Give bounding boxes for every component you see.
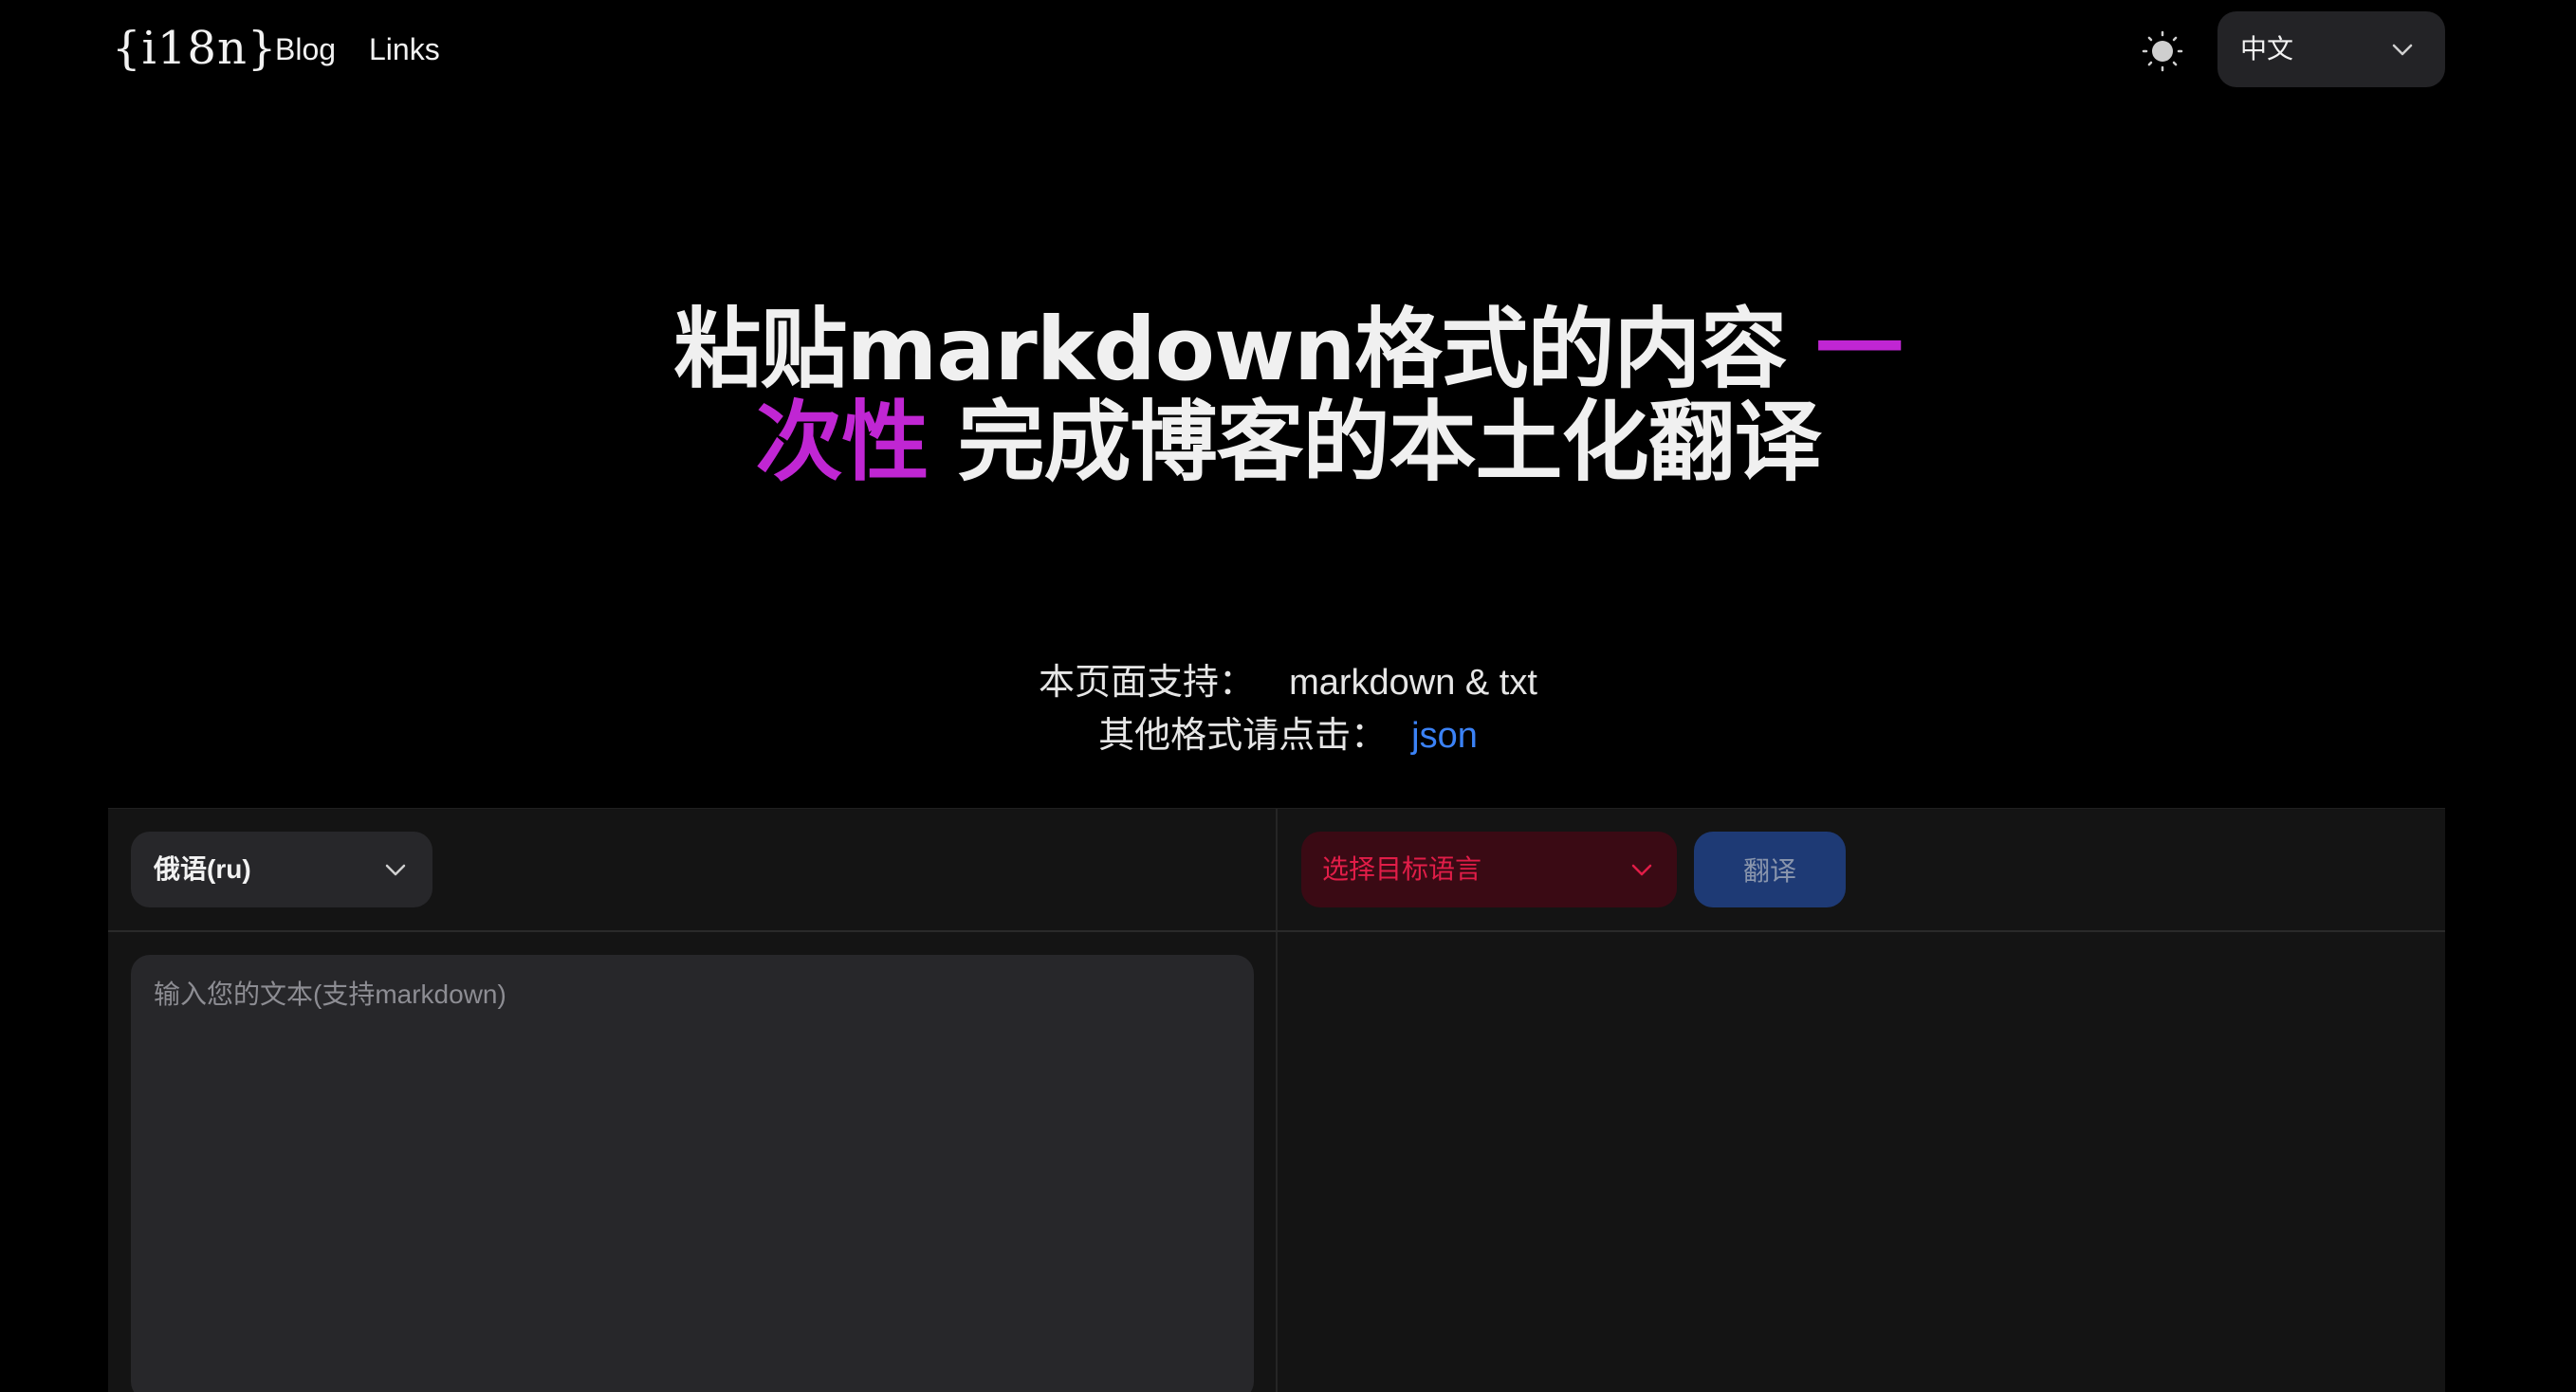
site-header: {i18n} Blog Links 中文 [0, 0, 2576, 99]
hero-title-part2: 完成博客的本土化翻译 [928, 392, 1822, 493]
site-logo[interactable]: {i18n} [112, 17, 276, 80]
source-text-input[interactable] [131, 955, 1254, 1392]
translator-panel: 俄语(ru) 选择目标语言 翻译 [108, 808, 2445, 1392]
supported-formats-line: 本页面支持： markdown & txt [0, 656, 2576, 709]
translate-button[interactable]: 翻译 [1694, 832, 1846, 907]
sun-icon [2142, 30, 2183, 72]
chevron-down-icon [1631, 864, 1652, 876]
panel-divider-vertical [1276, 809, 1278, 1392]
target-language-placeholder: 选择目标语言 [1322, 854, 1482, 884]
source-language-value: 俄语(ru) [154, 854, 251, 884]
panel-divider-horizontal [108, 930, 2445, 932]
supported-formats-label: 本页面支持： [1039, 663, 1256, 703]
hero-title: 粘贴markdown格式的内容 一次性 完成博客的本土化翻译 [664, 303, 1912, 489]
target-language-select[interactable]: 选择目标语言 [1301, 832, 1677, 907]
chevron-down-icon [385, 864, 406, 876]
chevron-down-icon [2392, 44, 2413, 56]
nav-link-links[interactable]: Links [369, 28, 440, 70]
supported-formats-value: markdown & txt [1289, 663, 1537, 703]
other-formats-label: 其他格式请点击： [1098, 716, 1388, 756]
ui-language-select[interactable]: 中文 [2217, 11, 2445, 87]
ui-language-value: 中文 [2240, 34, 2294, 64]
other-formats-line: 其他格式请点击： json [0, 709, 2576, 762]
theme-toggle-button[interactable] [2142, 30, 2183, 72]
json-format-link[interactable]: json [1411, 716, 1478, 756]
nav-link-blog[interactable]: Blog [275, 28, 336, 70]
hero-title-part1: 粘贴markdown格式的内容 [673, 299, 1816, 400]
source-language-select[interactable]: 俄语(ru) [131, 832, 432, 907]
